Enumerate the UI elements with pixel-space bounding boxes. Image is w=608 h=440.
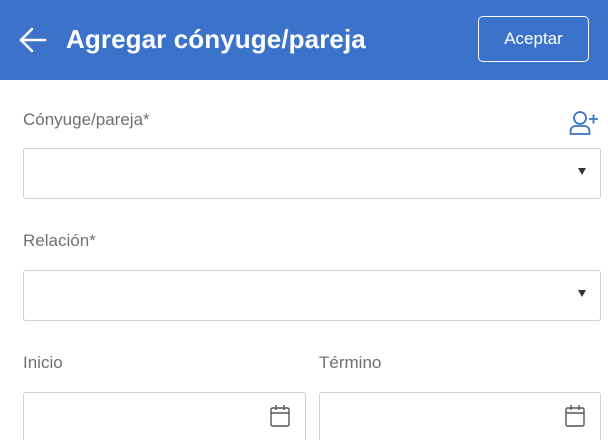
end-date-calendar-button[interactable]: [564, 404, 586, 428]
end-date-label: Término: [319, 353, 382, 372]
add-person-button[interactable]: [569, 110, 599, 136]
spouse-label: Cónyuge/pareja*: [23, 110, 150, 129]
accept-button[interactable]: Aceptar: [478, 16, 589, 62]
spouse-select[interactable]: [23, 148, 601, 199]
end-date-input[interactable]: [319, 392, 601, 440]
start-date-input[interactable]: [23, 392, 306, 440]
chevron-down-icon: [578, 290, 586, 297]
start-date-label: Inicio: [23, 353, 63, 372]
calendar-icon: [270, 405, 290, 427]
arrow-left-icon: [19, 27, 47, 53]
page-title: Agregar cónyuge/pareja: [66, 24, 366, 54]
start-date-calendar-button[interactable]: [269, 404, 291, 428]
chevron-down-icon: [578, 168, 586, 175]
add-person-icon: [569, 111, 598, 135]
back-button[interactable]: [18, 26, 48, 54]
top-app-bar: Agregar cónyuge/pareja Aceptar: [0, 0, 608, 80]
relation-select[interactable]: [23, 270, 601, 321]
calendar-icon: [565, 405, 585, 427]
relation-label: Relación*: [23, 231, 96, 250]
